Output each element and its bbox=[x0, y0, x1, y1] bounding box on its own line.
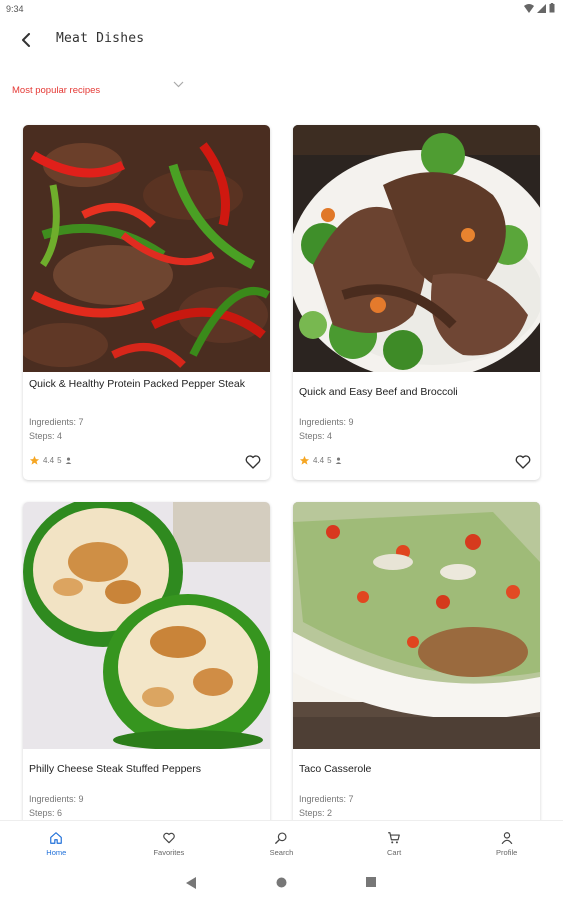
recipe-title: Quick and Easy Beef and Broccoli bbox=[299, 386, 458, 398]
rating-value: 4.4 bbox=[43, 456, 55, 465]
recipe-ingredients: Ingredients: 9 bbox=[299, 417, 354, 427]
recipe-meta: Ingredients: 7 Steps: 4 bbox=[29, 415, 84, 443]
favorite-heart-icon[interactable] bbox=[244, 453, 262, 471]
recipe-steps: Steps: 4 bbox=[29, 431, 63, 441]
nav-label-cart: Cart bbox=[386, 848, 402, 857]
recipe-image-taco-casserole bbox=[293, 502, 540, 749]
heart-icon bbox=[163, 832, 175, 844]
recipe-card[interactable]: Quick & Healthy Protein Packed Pepper St… bbox=[23, 125, 270, 480]
recipe-meta: Ingredients: 9 Steps: 6 bbox=[29, 792, 84, 820]
system-home-icon[interactable] bbox=[276, 877, 287, 888]
recipe-title: Taco Casserole bbox=[299, 763, 372, 775]
nav-label-home: Home bbox=[46, 848, 67, 857]
search-icon bbox=[275, 832, 288, 844]
signal-icon bbox=[537, 3, 546, 13]
recipe-steps: Steps: 6 bbox=[29, 808, 63, 818]
recipe-card[interactable]: Philly Cheese Steak Stuffed Peppers Ingr… bbox=[23, 502, 270, 857]
nav-label-profile: Profile bbox=[496, 848, 518, 857]
status-bar: 9:34 bbox=[0, 0, 563, 20]
recipe-rating: 4.4 5 bbox=[299, 455, 342, 466]
system-recents-icon[interactable] bbox=[366, 877, 376, 887]
nav-label-favorites: Favorites bbox=[153, 848, 185, 857]
person-icon bbox=[65, 457, 71, 464]
home-icon bbox=[50, 832, 63, 844]
bottom-navigation: Home Favorites Search Cart Profile bbox=[0, 820, 563, 868]
recipe-card[interactable]: Taco Casserole Ingredients: 7 Steps: 2 bbox=[293, 502, 540, 857]
nav-item-home[interactable]: Home bbox=[0, 821, 113, 868]
recipe-image-beef-broccoli bbox=[293, 125, 540, 372]
recipe-title: Quick & Healthy Protein Packed Pepper St… bbox=[29, 378, 245, 390]
rating-value: 4.4 bbox=[313, 456, 325, 465]
status-icons bbox=[524, 3, 555, 13]
recipe-meta: Ingredients: 9 Steps: 4 bbox=[299, 415, 354, 443]
sort-dropdown[interactable]: Most popular recipes bbox=[12, 80, 184, 96]
recipe-card[interactable]: Quick and Easy Beef and Broccoli Ingredi… bbox=[293, 125, 540, 480]
recipe-ingredients: Ingredients: 7 bbox=[299, 794, 354, 804]
review-count: 5 bbox=[57, 456, 62, 465]
wifi-icon bbox=[524, 3, 534, 13]
recipe-meta: Ingredients: 7 Steps: 2 bbox=[299, 792, 354, 820]
nav-item-cart[interactable]: Cart bbox=[338, 821, 451, 868]
system-navigation-bar bbox=[0, 868, 563, 900]
nav-item-favorites[interactable]: Favorites bbox=[113, 821, 226, 868]
person-icon bbox=[501, 832, 513, 845]
nav-item-search[interactable]: Search bbox=[225, 821, 338, 868]
review-count: 5 bbox=[327, 456, 332, 465]
back-button[interactable] bbox=[14, 28, 38, 52]
cart-icon bbox=[388, 832, 400, 844]
system-back-icon[interactable] bbox=[186, 877, 197, 889]
nav-label-search: Search bbox=[269, 848, 294, 857]
recipe-title: Philly Cheese Steak Stuffed Peppers bbox=[29, 763, 201, 775]
recipe-rating: 4.4 5 bbox=[29, 455, 72, 466]
recipe-image-stuffed-peppers bbox=[23, 502, 270, 749]
nav-item-profile[interactable]: Profile bbox=[450, 821, 563, 868]
arrow-back-icon bbox=[22, 33, 30, 47]
recipe-steps: Steps: 4 bbox=[299, 431, 333, 441]
chevron-down-icon bbox=[173, 81, 184, 88]
recipe-steps: Steps: 2 bbox=[299, 808, 333, 818]
page-title: Meat Dishes bbox=[56, 31, 145, 46]
star-icon bbox=[29, 455, 40, 465]
person-icon bbox=[335, 457, 341, 464]
favorite-heart-icon[interactable] bbox=[514, 453, 532, 471]
sort-dropdown-label: Most popular recipes bbox=[12, 85, 101, 96]
app-bar: Meat Dishes bbox=[0, 22, 563, 58]
status-time: 9:34 bbox=[6, 4, 24, 14]
battery-icon bbox=[549, 3, 555, 13]
recipe-ingredients: Ingredients: 9 bbox=[29, 794, 84, 804]
recipe-image-pepper-steak bbox=[23, 125, 270, 372]
recipe-ingredients: Ingredients: 7 bbox=[29, 417, 84, 427]
star-icon bbox=[299, 455, 310, 465]
